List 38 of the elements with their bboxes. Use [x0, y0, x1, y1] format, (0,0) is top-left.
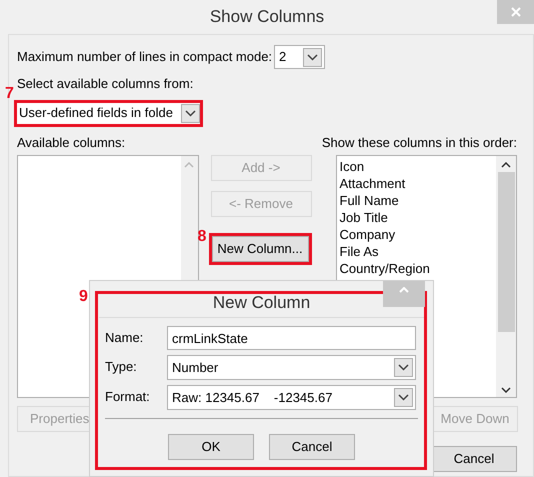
list-item[interactable]: Full Name [340, 192, 496, 209]
button[interactable]: Cancel [269, 434, 355, 460]
chevron-down-icon [398, 394, 409, 401]
chevron-down-icon [398, 364, 409, 371]
chevron-down-icon [185, 110, 196, 116]
list-item[interactable]: Job Title [340, 209, 496, 226]
dropdown-field[interactable]: Raw: 12345.67 -12345.67 [167, 385, 416, 410]
button[interactable]: OK [168, 434, 254, 460]
lines-dropdown[interactable]: 2 [274, 45, 326, 69]
chevron-down-icon [307, 54, 318, 60]
annotation-number: 9 [79, 289, 88, 305]
field-label: Show these columns in this order: [322, 134, 517, 152]
field-label: Available columns: [17, 134, 126, 152]
annotation-number: 8 [198, 229, 206, 245]
scroll-up-icon [501, 162, 511, 168]
field-label: Select available columns from: [17, 75, 194, 93]
field-label: Maximum number of lines in compact mode: [17, 48, 272, 66]
field-label: Format: [105, 388, 151, 406]
scroll-down-icon [501, 387, 511, 393]
close-button[interactable] [383, 281, 425, 307]
list-item[interactable]: Attachment [340, 175, 496, 192]
button[interactable]: Cancel [431, 446, 517, 472]
name-field[interactable]: crmLinkState [167, 326, 416, 350]
dropdown-field[interactable]: Number [167, 355, 416, 380]
button[interactable]: New Column... [212, 236, 308, 262]
field-label: Name: [105, 329, 144, 347]
list-item[interactable]: File As [340, 243, 496, 260]
columns-source-dropdown[interactable]: User-defined fields in folde [17, 102, 200, 124]
dialog-title: New Column [212, 292, 310, 314]
window-title: Show Columns [210, 6, 324, 28]
close-button[interactable] [497, 0, 534, 24]
list-item[interactable]: Company [340, 226, 496, 243]
list-item[interactable]: Country/Region [340, 260, 496, 277]
scroll-thumb[interactable] [498, 172, 514, 332]
list-item[interactable]: Icon [340, 158, 496, 175]
field-label: Type: [105, 358, 138, 376]
annotation-number: 7 [5, 86, 14, 102]
scroll-up-icon [184, 162, 194, 168]
